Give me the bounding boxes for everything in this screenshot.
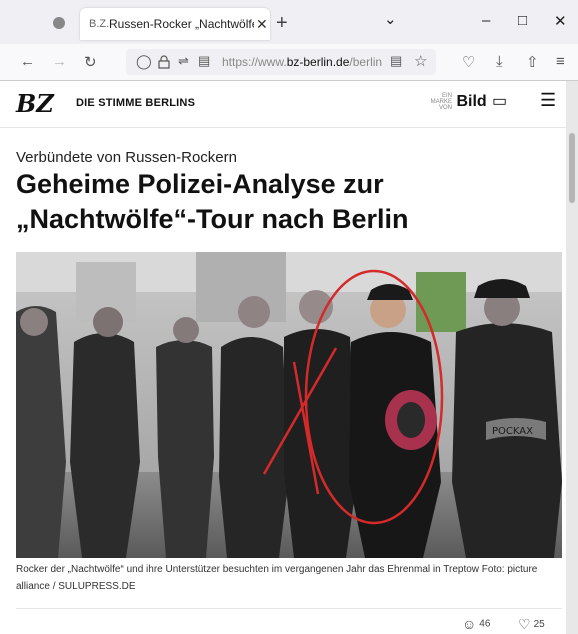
footer-divider (16, 608, 562, 609)
hamburger-menu-icon[interactable]: ☰ (540, 90, 556, 111)
article-kicker: Verbündete von Russen-Rockern (16, 149, 237, 166)
like-button[interactable]: ♡ 25 (518, 616, 545, 633)
tab-bar: B.Z. Russen-Rocker „Nachtwölfe“ in ✕ + ⌄… (0, 0, 578, 44)
scrollbar-thumb[interactable] (569, 133, 575, 203)
back-arrow-icon[interactable]: ← (20, 53, 35, 70)
close-tab-icon[interactable]: ✕ (256, 16, 268, 33)
article-photo[interactable]: POCKAX (16, 252, 562, 558)
comment-icon: ☺ (462, 616, 477, 632)
app-menu-icon[interactable]: ≡ (556, 53, 565, 70)
url-text[interactable]: https://www.bz-berlin.de/berlin (222, 55, 387, 69)
download-icon[interactable]: ⤓ (496, 53, 503, 70)
vest-patch-text: POCKAX (492, 426, 533, 437)
navigation-toolbar: ← → ↻ ◯ ⇌ ▤ https://www.bz-berlin.de/ber… (0, 44, 578, 81)
maximize-icon[interactable]: □ (518, 12, 527, 29)
photo-caption: Rocker der „Nachtwölfe“ und ihre Unterst… (16, 564, 538, 592)
firefox-view-icon[interactable] (48, 12, 70, 34)
page-scrollbar[interactable] (566, 81, 578, 634)
tab-list-chevron-icon[interactable]: ⌄ (384, 10, 397, 28)
address-bar[interactable]: ◯ ⇌ ▤ https://www.bz-berlin.de/berlin ▤ … (126, 49, 436, 75)
browser-tab[interactable]: B.Z. Russen-Rocker „Nachtwölfe“ in ✕ (80, 8, 270, 40)
site-tagline: DIE STIMME BERLINS (76, 97, 196, 109)
new-tab-button[interactable]: + (276, 13, 288, 33)
bz-logo[interactable]: BZ (16, 89, 54, 118)
comments-button[interactable]: ☺ 46 (462, 616, 490, 632)
notification-icon[interactable]: ▤ (198, 53, 210, 69)
forward-arrow-icon[interactable]: → (52, 53, 67, 70)
pocket-icon[interactable]: ♡ (462, 53, 475, 71)
close-window-icon[interactable]: ✕ (554, 12, 567, 30)
lock-icon[interactable] (158, 55, 170, 69)
reload-icon[interactable]: ↻ (84, 53, 97, 71)
extensions-icon[interactable]: ⇧ (526, 53, 539, 71)
heart-icon: ♡ (518, 616, 531, 632)
login-icon[interactable]: ▭ (492, 91, 507, 111)
bookmark-star-icon[interactable]: ☆ (414, 52, 427, 70)
tab-title: Russen-Rocker „Nachtwölfe“ in (109, 17, 254, 31)
shield-icon[interactable]: ◯ (136, 53, 152, 70)
photo-illustration: POCKAX (16, 252, 562, 558)
reader-view-icon[interactable]: ▤ (390, 53, 402, 69)
article-headline: Geheime Polizei-Analyse zur „Nachtwölfe“… (16, 169, 409, 234)
web-page: BZ DIE STIMME BERLINS EIN MARKE VON Bild… (0, 81, 566, 634)
bild-brand-logo[interactable]: EIN MARKE VON Bild (428, 93, 487, 111)
header-divider (0, 127, 566, 128)
minimize-icon[interactable]: – (482, 12, 490, 29)
permissions-icon[interactable]: ⇌ (178, 53, 189, 69)
site-favicon-icon: B.Z. (89, 18, 110, 30)
